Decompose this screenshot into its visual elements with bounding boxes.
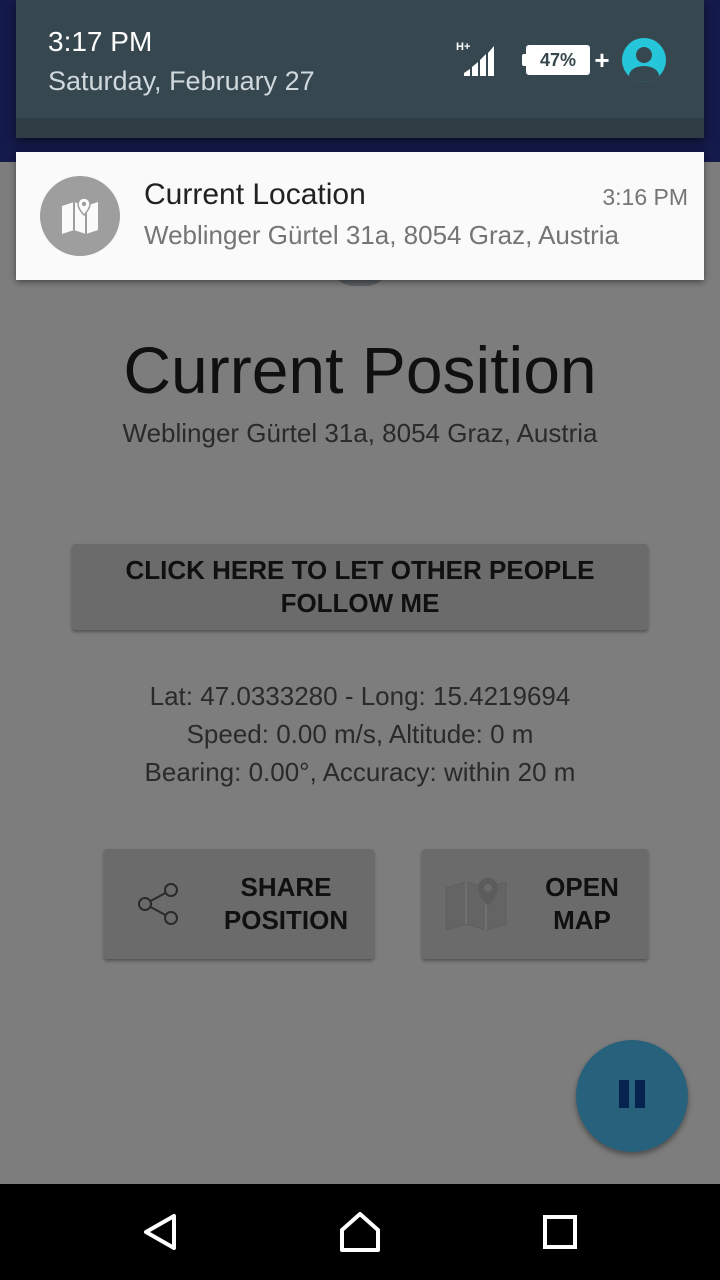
back-icon[interactable] [112,1184,208,1280]
date[interactable]: Saturday, February 27 [48,66,315,97]
home-icon[interactable] [312,1184,408,1280]
location-notification[interactable]: Current Location 3:16 PM Weblinger Gürte… [16,152,704,280]
shade-divider [16,118,704,138]
notification-time: 3:16 PM [602,184,688,210]
map-icon [40,176,120,256]
navigation-bar [0,1184,720,1280]
clock[interactable]: 3:17 PM [48,26,152,58]
charging-plus-icon: + [594,45,610,75]
battery-charging-icon: 47% [526,45,590,75]
battery-percent: 47% [539,50,577,70]
notification-shade-header: 3:17 PM Saturday, February 27 H+ 47% + [16,0,704,138]
user-icon[interactable] [622,38,666,82]
notification-text: Weblinger Gürtel 31a, 8054 Graz, Austria [144,220,619,250]
notification-title: Current Location [144,178,366,211]
svg-text:H+: H+ [456,41,470,53]
signal-icon: H+ [456,40,496,83]
recents-icon[interactable] [512,1184,608,1280]
